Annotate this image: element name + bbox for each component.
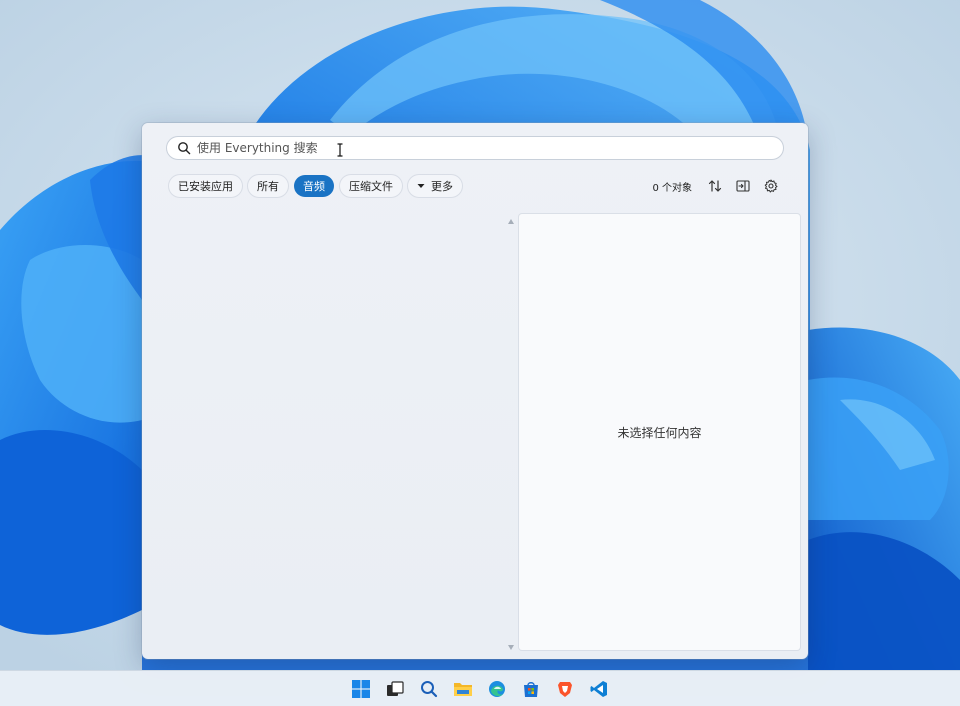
filter-audio[interactable]: 音频 [294,175,334,197]
taskbar-edge-button[interactable] [487,679,507,699]
taskbar-start-button[interactable] [351,679,371,699]
edge-icon [489,681,505,697]
filter-more-dropdown[interactable]: 更多 [408,175,462,197]
settings-button[interactable] [762,177,780,195]
taskbar-vscode-button[interactable] [589,679,609,699]
filter-label: 更多 [431,180,453,193]
windows-start-icon [352,680,370,698]
filter-label: 所有 [257,180,279,193]
filter-label: 音频 [303,180,325,193]
filter-all[interactable]: 所有 [248,175,288,197]
taskbar-file-explorer-button[interactable] [453,679,473,699]
caret-down-icon [417,184,425,188]
panel-toggle-icon [736,180,750,192]
filter-archives[interactable]: 压缩文件 [340,175,402,197]
everything-search-window: 已安装应用 所有 音频 压缩文件 更多 0 个对象 [142,123,808,659]
text-cursor-icon [337,143,343,157]
filter-bar: 已安装应用 所有 音频 压缩文件 更多 [169,175,462,197]
preview-pane: 未选择任何内容 [519,214,800,650]
file-explorer-icon [454,683,472,696]
taskbar-search-button[interactable] [419,679,439,699]
task-view-icon [387,681,404,696]
microsoft-store-icon [524,682,538,697]
search-box[interactable] [167,137,783,159]
filter-installed-apps[interactable]: 已安装应用 [169,175,242,197]
preview-pane-toggle-button[interactable] [734,177,752,195]
sort-icon [708,180,722,192]
taskbar-store-button[interactable] [521,679,541,699]
brave-icon [558,682,572,697]
scroll-down-arrow-icon[interactable] [508,645,514,650]
sort-button[interactable] [706,177,724,195]
search-icon [421,681,438,698]
search-icon [178,142,191,155]
taskbar-brave-button[interactable] [555,679,575,699]
results-list[interactable] [142,213,518,659]
filter-label: 压缩文件 [349,180,393,193]
taskbar [0,670,960,706]
vscode-icon [590,681,607,697]
filter-label: 已安装应用 [178,180,233,193]
preview-empty-message: 未选择任何内容 [617,425,702,440]
taskbar-task-view-button[interactable] [385,679,405,699]
toolbar-right: 0 个对象 [652,175,780,197]
scroll-up-arrow-icon[interactable] [508,219,514,224]
object-count: 0 个对象 [652,182,692,194]
search-input[interactable] [197,138,783,158]
desktop: 已安装应用 所有 音频 压缩文件 更多 0 个对象 [0,0,960,706]
gear-icon [764,179,778,193]
